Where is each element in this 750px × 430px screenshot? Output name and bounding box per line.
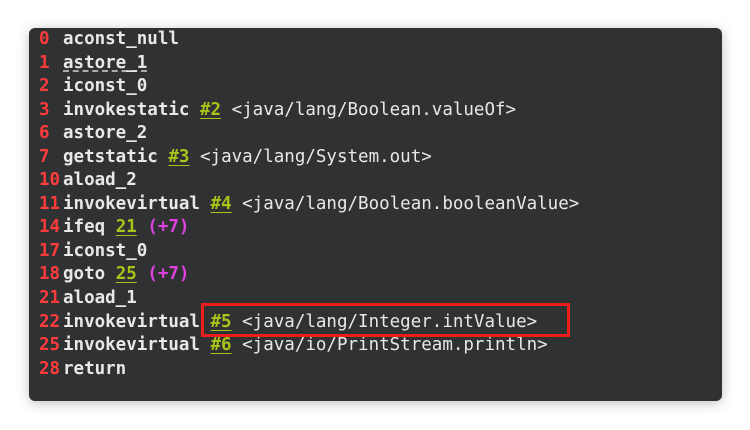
bytecode-line: 7 getstatic #3 <java/lang/System.out> xyxy=(39,146,579,170)
offset-label: 18 xyxy=(39,264,61,285)
offset-label: 3 xyxy=(39,99,50,120)
offset-label: 17 xyxy=(39,240,61,261)
bytecode-panel: 0 aconst_null 1 astore_1 2 iconst_0 3 invokesta… xyxy=(29,28,722,401)
offset-label: 21 xyxy=(39,288,61,309)
instruction: invokestatic xyxy=(63,99,190,120)
offset-label: 6 xyxy=(39,123,50,144)
bytecode-line: 11 invokevirtual #4 <java/lang/Boolean.bo… xyxy=(39,193,579,217)
member-reference: <java/lang/System.out> xyxy=(200,146,432,167)
operand-link[interactable]: #3 xyxy=(168,147,189,167)
operand-link[interactable]: 21 xyxy=(116,217,137,237)
instruction: getstatic xyxy=(63,146,158,167)
member-reference: <java/lang/Boolean.booleanValue> xyxy=(242,193,580,214)
operand-link[interactable]: #2 xyxy=(200,100,221,120)
member-reference: <java/lang/Boolean.valueOf> xyxy=(231,99,517,120)
bytecode-line: 28 return xyxy=(39,358,579,382)
bytecode-line: 6 astore_2 xyxy=(39,122,579,146)
jump-delta: (+7) xyxy=(147,264,190,285)
instruction: iconst_0 xyxy=(63,76,148,97)
offset-label: 11 xyxy=(39,193,61,214)
instruction: aload_1 xyxy=(63,288,137,309)
bytecode-line: 25 invokevirtual #6 <java/io/PrintStream.… xyxy=(39,334,579,358)
instruction: goto xyxy=(63,264,106,285)
bytecode-line: 1 astore_1 xyxy=(39,52,579,76)
instruction: invokevirtual xyxy=(63,193,200,214)
bytecode-line: 3 invokestatic #2 <java/lang/Boolean.valu… xyxy=(39,99,579,123)
offset-label: 0 xyxy=(39,29,50,49)
offset-label: 22 xyxy=(39,311,61,332)
member-reference: <java/io/PrintStream.println> xyxy=(242,335,548,356)
offset-label: 2 xyxy=(39,76,50,97)
bytecode-line: 0 aconst_null xyxy=(39,28,579,52)
jump-delta: (+7) xyxy=(147,217,190,238)
operand-link[interactable]: 25 xyxy=(116,264,137,284)
instruction: invokevirtual xyxy=(63,335,200,356)
offset-label: 1 xyxy=(39,52,50,73)
instruction: astore_2 xyxy=(63,123,148,144)
instruction: astore_1 xyxy=(63,52,148,73)
instruction: aload_2 xyxy=(63,170,137,191)
highlight-box xyxy=(201,303,570,337)
bytecode-line: 17 iconst_0 xyxy=(39,240,579,264)
instruction: return xyxy=(63,358,127,379)
bytecode-line: 10 aload_2 xyxy=(39,169,579,193)
offset-label: 7 xyxy=(39,146,50,167)
offset-label: 28 xyxy=(39,358,61,379)
offset-label: 10 xyxy=(39,170,61,191)
offset-label: 14 xyxy=(39,217,61,238)
instruction: aconst_null xyxy=(63,29,179,49)
operand-link[interactable]: #4 xyxy=(211,194,232,214)
bytecode-line: 14 ifeq 21 (+7) xyxy=(39,216,579,240)
instruction: ifeq xyxy=(63,217,106,238)
operand-link[interactable]: #6 xyxy=(211,335,232,355)
instruction: invokevirtual xyxy=(63,311,200,332)
bytecode-line: 18 goto 25 (+7) xyxy=(39,263,579,287)
instruction: iconst_0 xyxy=(63,240,148,261)
offset-label: 25 xyxy=(39,335,61,356)
bytecode-line: 2 iconst_0 xyxy=(39,75,579,99)
